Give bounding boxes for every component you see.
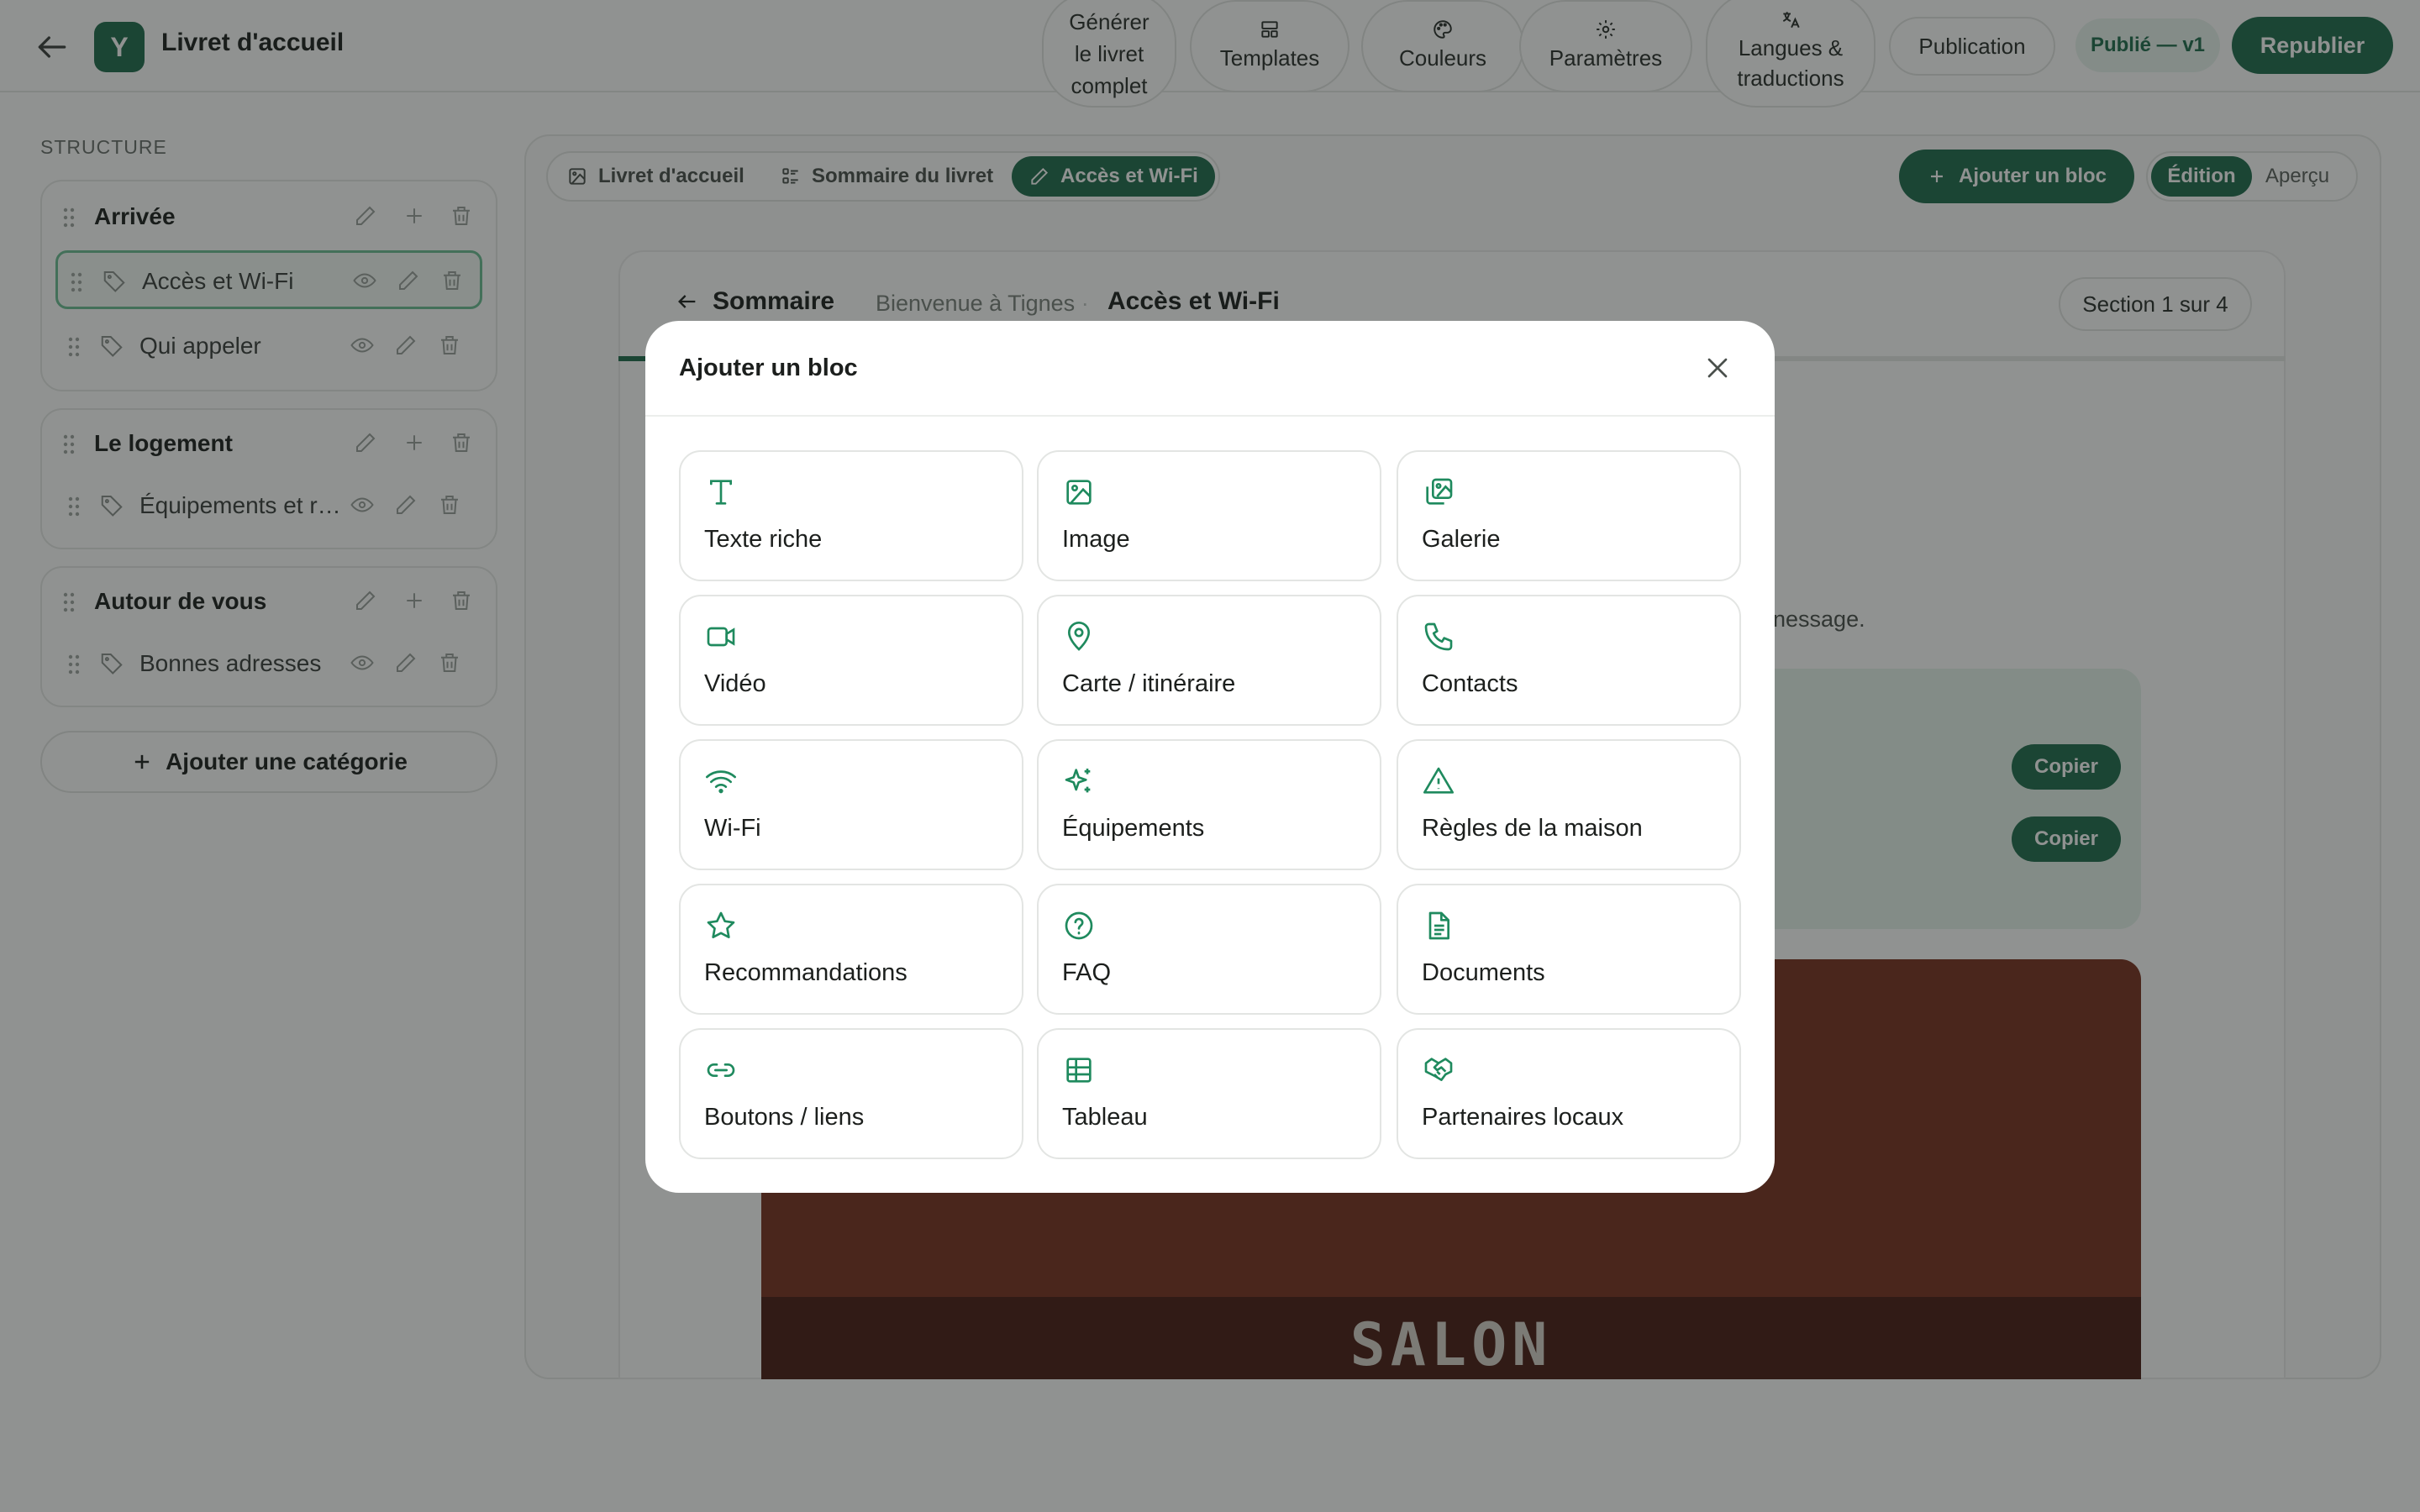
sparkles-icon	[1065, 769, 1091, 793]
block-label: Image	[1062, 526, 1130, 553]
block-image[interactable]: Image	[1037, 450, 1381, 581]
block-texte-riche[interactable]: Texte riche	[679, 450, 1023, 581]
block-wifi[interactable]: Wi-Fi	[679, 739, 1023, 870]
close-icon[interactable]	[1701, 351, 1734, 385]
block-carte-itineraire[interactable]: Carte / itinéraire	[1037, 595, 1381, 726]
add-block-modal: Ajouter un bloc Texte riche Image Galeri…	[645, 321, 1775, 1193]
block-documents[interactable]: Documents	[1397, 884, 1741, 1015]
block-label: Vidéo	[704, 670, 766, 697]
modal-header: Ajouter un bloc	[645, 321, 1775, 417]
table-icon	[1066, 1058, 1092, 1083]
block-equipements[interactable]: Équipements	[1037, 739, 1381, 870]
block-label: Équipements	[1062, 815, 1205, 842]
link-icon	[707, 1063, 735, 1077]
block-label: Documents	[1422, 959, 1545, 986]
phone-icon	[1424, 622, 1453, 651]
block-galerie[interactable]: Galerie	[1397, 450, 1741, 581]
help-circle-icon	[1065, 911, 1093, 940]
map-pin-icon	[1067, 622, 1091, 651]
modal-title: Ajouter un bloc	[679, 354, 858, 381]
star-icon	[707, 911, 735, 938]
block-label: Règles de la maison	[1422, 815, 1643, 842]
block-contacts[interactable]: Contacts	[1397, 595, 1741, 726]
document-icon	[1428, 911, 1449, 940]
block-partenaires-locaux[interactable]: Partenaires locaux	[1397, 1028, 1741, 1159]
image-icon	[1066, 480, 1092, 505]
block-label: Tableau	[1062, 1104, 1148, 1131]
block-label: Wi-Fi	[704, 815, 761, 842]
block-tableau[interactable]: Tableau	[1037, 1028, 1381, 1159]
block-label: Recommandations	[704, 959, 908, 986]
block-label: Carte / itinéraire	[1062, 670, 1236, 697]
warning-icon	[1423, 767, 1454, 794]
gallery-icon	[1426, 478, 1453, 505]
wifi-icon	[706, 770, 736, 794]
block-label: Galerie	[1422, 526, 1501, 553]
text-icon	[710, 480, 732, 505]
block-label: Texte riche	[704, 526, 823, 553]
video-icon	[707, 627, 735, 647]
block-regles-maison[interactable]: Règles de la maison	[1397, 739, 1741, 870]
block-label: FAQ	[1062, 959, 1112, 986]
block-video[interactable]: Vidéo	[679, 595, 1023, 726]
block-recommandations[interactable]: Recommandations	[679, 884, 1023, 1015]
block-label: Contacts	[1422, 670, 1518, 697]
block-label: Boutons / liens	[704, 1104, 865, 1131]
block-boutons-liens[interactable]: Boutons / liens	[679, 1028, 1023, 1159]
block-faq[interactable]: FAQ	[1037, 884, 1381, 1015]
handshake-icon	[1424, 1058, 1453, 1081]
block-label: Partenaires locaux	[1422, 1104, 1624, 1131]
